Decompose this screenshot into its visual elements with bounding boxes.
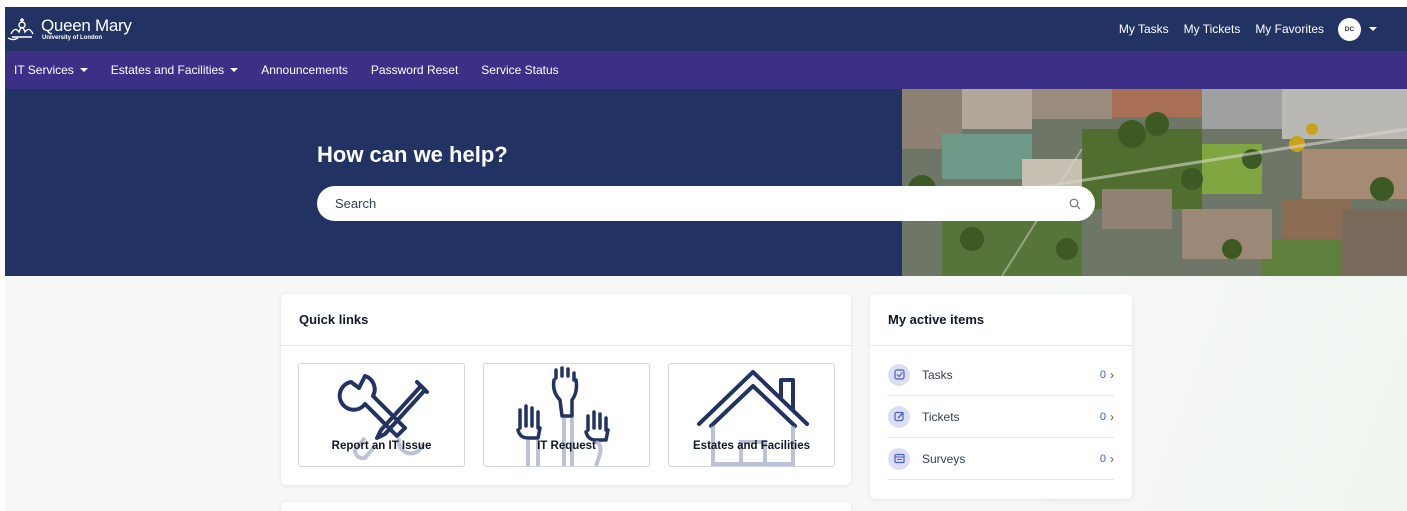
nav-label: Service Status bbox=[481, 63, 559, 77]
hero-title: How can we help? bbox=[317, 142, 508, 167]
quick-links-title: Quick links bbox=[281, 294, 851, 346]
crown-icon bbox=[7, 18, 34, 41]
nav-announcements[interactable]: Announcements bbox=[261, 63, 348, 77]
chevron-right-icon: › bbox=[1110, 367, 1114, 382]
my-favorites-link[interactable]: My Favorites bbox=[1255, 22, 1324, 36]
ticket-edit-icon bbox=[888, 405, 910, 428]
nav-label: IT Services bbox=[14, 63, 74, 77]
main-nav: IT Services Estates and Facilities Annou… bbox=[5, 51, 1407, 89]
active-item-tickets[interactable]: Tickets 0 › bbox=[887, 396, 1114, 438]
my-tickets-link[interactable]: My Tickets bbox=[1184, 22, 1241, 36]
active-item-count: 0 bbox=[1099, 368, 1106, 381]
active-items-title: My active items bbox=[870, 294, 1132, 346]
tile-label: IT Request bbox=[537, 440, 596, 452]
nav-estates-facilities[interactable]: Estates and Facilities bbox=[110, 63, 239, 77]
queen-mary-logo[interactable]: Queen Mary University of London bbox=[5, 7, 132, 51]
search-bar bbox=[317, 186, 1095, 221]
brand-name: Queen Mary bbox=[41, 16, 132, 35]
quick-links-card: Quick links Report an IT Issue IT Reques… bbox=[281, 294, 851, 485]
tile-report-it-issue[interactable]: Report an IT Issue bbox=[298, 363, 465, 467]
search-input[interactable] bbox=[335, 196, 1069, 211]
tile-label: Estates and Facilities bbox=[693, 440, 810, 452]
task-check-icon bbox=[888, 363, 910, 386]
user-menu-area: My Tasks My Tickets My Favorites DC bbox=[1104, 17, 1407, 41]
active-item-label: Tasks bbox=[922, 367, 953, 382]
chevron-down-icon bbox=[230, 68, 239, 72]
active-item-tasks[interactable]: Tasks 0 › bbox=[887, 354, 1114, 396]
brand-subtitle: University of London bbox=[42, 35, 102, 41]
tile-estates-facilities[interactable]: Estates and Facilities bbox=[668, 363, 835, 467]
active-items-list: Tasks 0 › Tickets 0 › Surveys 0 › bbox=[887, 354, 1114, 480]
quick-links-tiles: Report an IT Issue IT Request Estates an… bbox=[298, 363, 835, 467]
my-tasks-link[interactable]: My Tasks bbox=[1119, 22, 1169, 36]
active-items-card: My active items Tasks 0 › Tickets 0 › Su… bbox=[870, 294, 1132, 499]
chevron-down-icon[interactable] bbox=[1369, 27, 1377, 31]
tile-it-request[interactable]: IT Request bbox=[483, 363, 650, 467]
active-item-surveys[interactable]: Surveys 0 › bbox=[887, 438, 1114, 480]
search-icon[interactable] bbox=[1069, 198, 1081, 210]
nav-it-services[interactable]: IT Services bbox=[14, 63, 88, 77]
nav-password-reset[interactable]: Password Reset bbox=[371, 63, 458, 77]
campus-aerial-photo bbox=[902, 89, 1407, 276]
logo-text: Queen Mary University of London bbox=[41, 17, 132, 41]
avatar[interactable]: DC bbox=[1338, 17, 1361, 41]
active-item-count: 0 bbox=[1099, 410, 1106, 423]
chevron-right-icon: › bbox=[1110, 451, 1114, 466]
hero-banner: How can we help? bbox=[5, 89, 1407, 276]
nav-label: Announcements bbox=[261, 63, 348, 77]
top-header: Queen Mary University of London My Tasks… bbox=[5, 7, 1407, 51]
secondary-card bbox=[281, 502, 851, 511]
survey-icon bbox=[888, 447, 910, 470]
active-item-label: Surveys bbox=[922, 451, 966, 466]
nav-service-status[interactable]: Service Status bbox=[481, 63, 558, 77]
chevron-down-icon bbox=[79, 68, 88, 72]
nav-label: Password Reset bbox=[370, 63, 459, 77]
active-item-count: 0 bbox=[1099, 452, 1106, 465]
nav-label: Estates and Facilities bbox=[110, 63, 225, 77]
active-item-label: Tickets bbox=[922, 409, 960, 424]
chevron-right-icon: › bbox=[1110, 409, 1114, 424]
tile-label: Report an IT Issue bbox=[331, 440, 432, 452]
main-content: Quick links Report an IT Issue IT Reques… bbox=[5, 276, 1407, 511]
